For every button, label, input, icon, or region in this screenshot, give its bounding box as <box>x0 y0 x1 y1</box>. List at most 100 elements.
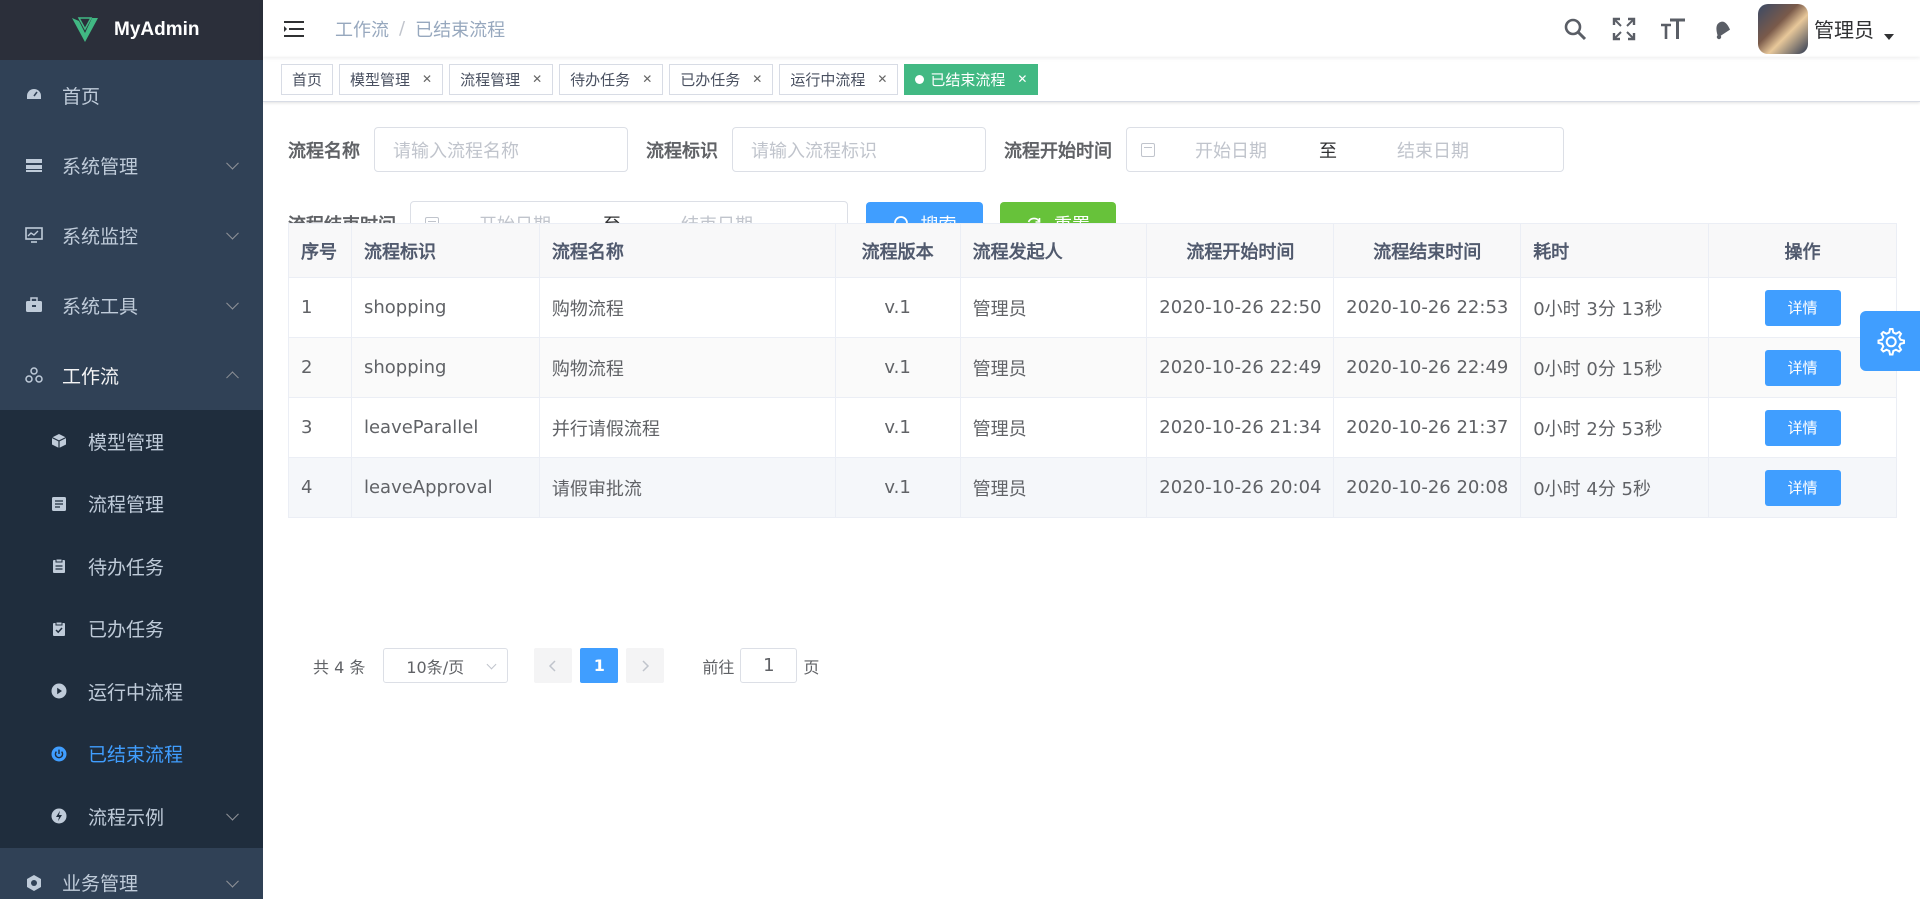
chevron-down-icon <box>226 296 239 310</box>
detail-button[interactable]: 详情 <box>1764 349 1841 386</box>
table-cell: v.1 <box>834 397 961 458</box>
sidebar-item-tools[interactable]: 系统工具 <box>0 270 263 340</box>
close-icon[interactable]: ✕ <box>532 72 542 86</box>
avatar[interactable] <box>1758 3 1808 54</box>
play-icon <box>50 682 68 700</box>
tag-running-process[interactable]: 运行中流程 ✕ <box>779 63 899 95</box>
start-date-placeholder: 开始日期 <box>1195 140 1267 162</box>
close-icon[interactable]: ✕ <box>877 72 887 86</box>
table-cell: 管理员 <box>959 457 1148 518</box>
sidebar-item-label: 已办任务 <box>88 619 165 642</box>
app-name: MyAdmin <box>114 19 200 40</box>
business-icon <box>24 873 44 893</box>
sidebar-item-label: 系统监控 <box>62 225 139 248</box>
fullscreen-icon[interactable] <box>1611 16 1637 42</box>
table-cell: 管理员 <box>959 397 1148 458</box>
bell-icon[interactable] <box>1709 16 1735 42</box>
main-content: 流程名称 请输入流程名称 流程标识 请输入流程标识 流程开始时间 开始日期 至 … <box>263 102 1920 899</box>
gear-icon <box>1877 328 1905 356</box>
tag-done-tasks[interactable]: 已办任务 ✕ <box>669 63 774 95</box>
power-icon <box>50 745 68 763</box>
goto-page-input[interactable]: 1 <box>740 648 798 683</box>
sidebar-item-business[interactable]: 业务管理 <box>0 848 263 899</box>
column-header: 流程开始时间 <box>1146 223 1335 278</box>
tag-home[interactable]: 首页 <box>281 63 334 95</box>
table-cell: 管理员 <box>959 337 1148 398</box>
process-name-input[interactable]: 请输入流程名称 <box>374 127 628 172</box>
tag-model-management[interactable]: 模型管理 ✕ <box>339 63 444 95</box>
column-header: 流程标识 <box>350 223 540 278</box>
sidebar-item-home[interactable]: 首页 <box>0 60 263 130</box>
search-icon[interactable] <box>1562 16 1588 42</box>
sidebar-item-system[interactable]: 系统管理 <box>0 130 263 200</box>
sidebar-item-label: 系统工具 <box>62 295 139 318</box>
close-icon[interactable]: ✕ <box>1017 72 1027 86</box>
process-key-input[interactable]: 请输入流程标识 <box>732 127 986 172</box>
tag-label: 已结束流程 <box>930 70 1006 89</box>
font-size-icon[interactable] <box>1660 16 1686 42</box>
tag-label: 已办任务 <box>680 70 741 89</box>
sidebar-item-running-process[interactable]: 运行中流程 <box>0 660 263 723</box>
column-header: 序号 <box>288 223 352 278</box>
process-table: 序号 流程标识 流程名称 流程版本 流程发起人 流程开始时间 流程结束时间 耗时… <box>288 223 1897 518</box>
page-size-value: 10条/页 <box>406 657 465 677</box>
table-cell: leaveApproval <box>350 457 540 518</box>
table-cell: 4 <box>288 457 352 518</box>
chevron-down-icon <box>226 156 239 170</box>
sidebar-item-label: 流程管理 <box>88 494 165 517</box>
sidebar-item-finished-process[interactable]: 已结束流程 <box>0 723 263 786</box>
table-cell: 2020-10-26 22:50 <box>1146 277 1335 338</box>
workflow-submenu: 模型管理 流程管理 待办任务 已办任务 运行中流程 已结束流程 流程示例 <box>0 410 263 848</box>
sidebar-item-monitor[interactable]: 系统监控 <box>0 200 263 270</box>
sidebar-item-label: 模型管理 <box>88 431 165 454</box>
tag-label: 模型管理 <box>350 70 411 89</box>
dashboard-icon <box>24 85 44 105</box>
start-time-range-picker[interactable]: 开始日期 至 结束日期 <box>1126 127 1564 172</box>
sidebar-item-model-management[interactable]: 模型管理 <box>0 410 263 473</box>
sidebar-item-label: 业务管理 <box>62 873 139 895</box>
table-cell: 0小时 3分 13秒 <box>1520 277 1710 338</box>
prev-page-button[interactable] <box>534 648 573 683</box>
tag-finished-process[interactable]: 已结束流程 ✕ <box>904 63 1039 95</box>
page-number-current[interactable]: 1 <box>580 648 619 683</box>
detail-button[interactable]: 详情 <box>1764 469 1841 506</box>
sidebar-item-workflow[interactable]: 工作流 <box>0 340 263 410</box>
chevron-down-icon <box>486 659 497 670</box>
close-icon[interactable]: ✕ <box>752 72 762 86</box>
breadcrumb-item[interactable]: 工作流 <box>335 16 389 42</box>
goto-prefix: 前往 <box>702 657 735 677</box>
table-header-row: 序号 流程标识 流程名称 流程版本 流程发起人 流程开始时间 流程结束时间 耗时… <box>288 223 1897 278</box>
caret-down-icon[interactable] <box>1884 33 1894 40</box>
breadcrumb: 工作流 / 已结束流程 <box>335 16 505 42</box>
next-page-button[interactable] <box>626 648 665 683</box>
table-cell: 3 <box>288 397 352 458</box>
table-cell: 1 <box>288 277 352 338</box>
username[interactable]: 管理员 <box>1814 14 1874 43</box>
process-key-label: 流程标识 <box>646 140 718 162</box>
sidebar-item-process-examples[interactable]: 流程示例 <box>0 785 263 848</box>
tag-process-management[interactable]: 流程管理 ✕ <box>449 63 554 95</box>
sidebar-item-label: 首页 <box>62 85 101 108</box>
workflow-icon <box>24 365 44 385</box>
detail-button[interactable]: 详情 <box>1764 289 1841 326</box>
settings-button[interactable] <box>1860 311 1920 371</box>
close-icon[interactable]: ✕ <box>642 72 652 86</box>
calendar-icon <box>1141 142 1155 157</box>
close-icon[interactable]: ✕ <box>422 72 432 86</box>
sidebar-item-label: 运行中流程 <box>88 681 184 704</box>
column-header: 操作 <box>1708 223 1897 278</box>
table-row: 4 leaveApproval 请假审批流 v.1 管理员 2020-10-26… <box>288 457 1897 518</box>
hamburger-icon[interactable] <box>283 20 305 38</box>
logo[interactable]: MyAdmin <box>0 0 263 60</box>
detail-button[interactable]: 详情 <box>1764 409 1841 446</box>
sidebar-item-todo-tasks[interactable]: 待办任务 <box>0 535 263 598</box>
sidebar-item-done-tasks[interactable]: 已办任务 <box>0 598 263 661</box>
sidebar-item-process-management[interactable]: 流程管理 <box>0 473 263 536</box>
tag-todo-tasks[interactable]: 待办任务 ✕ <box>559 63 664 95</box>
process-name-placeholder: 请输入流程名称 <box>393 140 519 162</box>
page-size-select[interactable]: 10条/页 <box>383 648 509 683</box>
table-row: 3 leaveParallel 并行请假流程 v.1 管理员 2020-10-2… <box>288 397 1897 458</box>
breadcrumb-item-current: 已结束流程 <box>415 19 506 41</box>
chevron-down-icon <box>226 874 239 888</box>
end-date-placeholder: 结束日期 <box>1397 140 1469 162</box>
